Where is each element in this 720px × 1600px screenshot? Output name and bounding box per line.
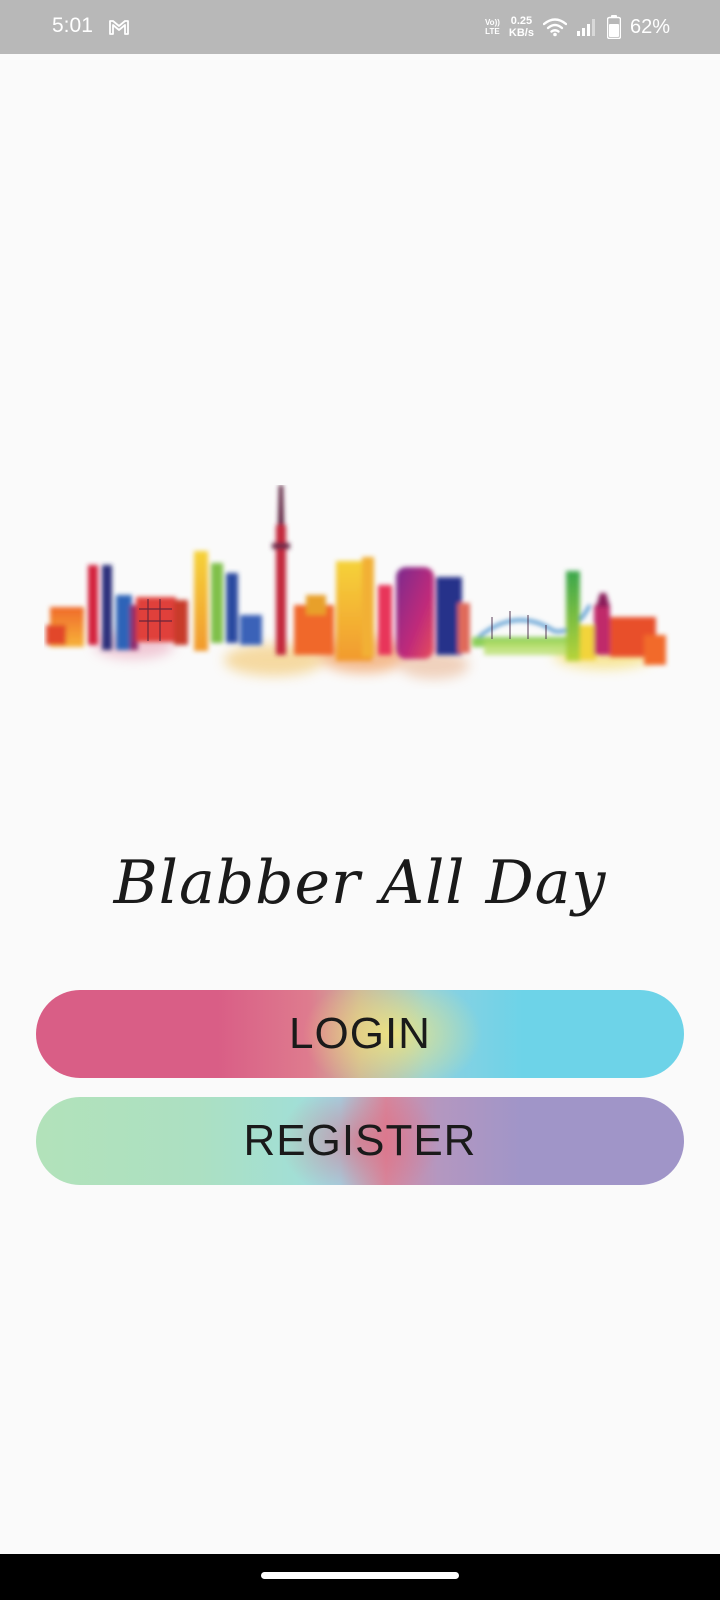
status-bar: 5:01 Vo)) LTE 0.25 KB/s 62% [0,0,720,54]
register-button[interactable]: REGISTER [36,1097,684,1185]
status-time: 5:01 [52,14,93,37]
volte-label: Vo)) [484,18,500,27]
app-title: Blabber All Day [113,848,607,918]
home-indicator-icon[interactable] [261,1572,459,1579]
signal-icon [576,19,595,36]
status-icons: Vo)) LTE 0.25 KB/s 62% [485,0,670,54]
volte-indicator: Vo)) LTE [485,18,500,36]
lte-label: LTE [485,27,500,36]
gmail-icon [109,20,129,35]
battery-percent: 62% [629,15,670,38]
network-speed-unit: KB/s [508,27,534,39]
wifi-icon [542,18,567,37]
login-screen: 5:01 Vo)) LTE 0.25 KB/s 62% Blabber All … [0,0,720,1600]
navigation-bar [0,1554,720,1600]
login-button[interactable]: LOGIN [36,990,684,1078]
network-speed: 0.25 KB/s [509,15,534,39]
city-skyline-illustration [46,485,666,679]
battery-icon [606,15,621,39]
network-speed-value: 0.25 [510,15,533,27]
register-button-label: REGISTER [243,1116,477,1165]
login-button-label: LOGIN [289,1009,431,1058]
